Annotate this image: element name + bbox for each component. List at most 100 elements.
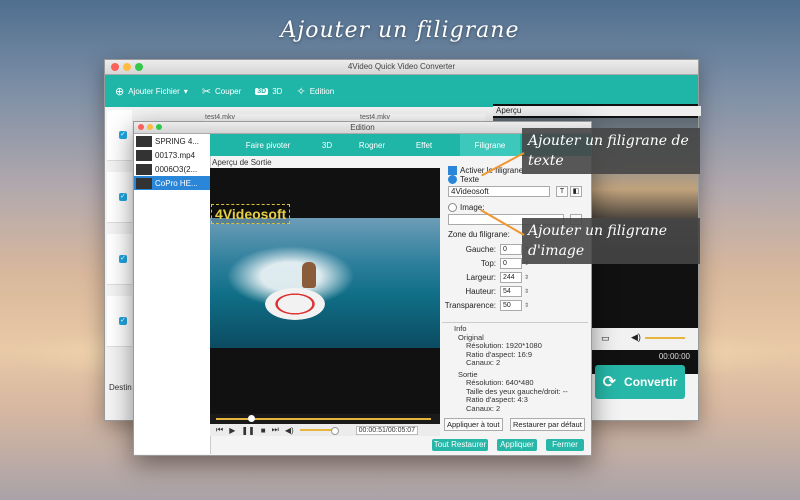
image-radio[interactable] <box>448 203 457 212</box>
height-field-row: Hauteur: 54 ⇕ <box>442 286 529 297</box>
watermark-settings-panel: Activer le filigrane Texte 4Videosoft T … <box>442 158 590 428</box>
tab-watermark[interactable]: Filigrane <box>460 134 520 156</box>
headline: Ajouter un filigrane <box>280 18 520 43</box>
tab-crop[interactable]: Rogner <box>346 134 398 156</box>
output-channels: Canaux: 2 <box>466 403 501 413</box>
volume-icon[interactable]: ◀) <box>285 426 294 435</box>
width-field-row: Largeur: 244 ⇕ <box>442 272 529 283</box>
tab-3d[interactable]: 3D <box>308 134 346 156</box>
zoom-window-button[interactable] <box>135 63 143 71</box>
minimize-window-button[interactable] <box>123 63 131 71</box>
apply-button[interactable]: Appliquer <box>497 439 537 451</box>
scissors-icon: ✂ <box>201 85 212 98</box>
transparency-label: Transparence: <box>444 301 496 310</box>
check-icon[interactable]: ✓ <box>119 255 127 263</box>
file-name: CoPro HE... <box>155 178 198 188</box>
add-file-label: Ajouter Fichier <box>128 86 180 96</box>
transparency-field-row: Transparence: 50 ⇕ <box>442 300 529 311</box>
dialog-title: Edition <box>350 123 375 132</box>
volume-icon[interactable]: ◀) <box>631 332 641 343</box>
dialog-file-list: SPRING 4... 00173.mp4 0006O3(2... CoPro … <box>134 134 211 454</box>
watermark-text-input[interactable]: 4Videosoft <box>448 186 550 197</box>
check-icon[interactable]: ✓ <box>119 131 127 139</box>
list-item[interactable]: 0006O3(2... <box>134 162 210 176</box>
apply-all-button[interactable]: Appliquer à tout <box>444 418 503 431</box>
time-display: 00:00:51/00:05:07 <box>355 425 419 435</box>
thumbnail <box>136 149 152 161</box>
minimize-dialog-button[interactable] <box>147 124 153 130</box>
check-icon[interactable]: ✓ <box>119 193 127 201</box>
list-item[interactable]: ✓ <box>107 172 132 223</box>
main-toolbar: ⊕ Ajouter Fichier ▾ ✂ Couper 3D 3D ✧ Edi… <box>105 75 698 107</box>
file-name: 0006O3(2... <box>155 164 198 174</box>
stepper-arrows-icon[interactable]: ⇕ <box>524 302 529 309</box>
text-option-label: Texte <box>460 175 480 184</box>
edit-magic-icon: ✧ <box>296 85 306 98</box>
text-radio[interactable] <box>448 175 457 184</box>
text-watermark-callout: Ajouter un filigrane de texte <box>522 128 700 174</box>
top-field-row: Top: 0 ⇕ <box>442 258 529 269</box>
play-icon[interactable]: ▶ <box>229 426 235 435</box>
three-d-button[interactable]: 3D 3D <box>255 87 282 96</box>
list-item[interactable]: ✓ <box>107 296 132 347</box>
list-item[interactable]: CoPro HE... <box>134 176 210 190</box>
zoom-dialog-button[interactable] <box>156 124 162 130</box>
check-icon[interactable]: ✓ <box>119 317 127 325</box>
cut-button[interactable]: ✂ Couper <box>202 85 241 98</box>
destination-label: Destin <box>109 383 132 392</box>
text-option-row[interactable]: Texte <box>448 175 479 184</box>
edit-button[interactable]: ✧ Edition <box>296 85 334 98</box>
tab-rotate[interactable]: Faire pivoter <box>228 134 308 156</box>
seek-handle[interactable] <box>248 415 255 422</box>
stepper-arrows-icon[interactable]: ⇕ <box>524 274 529 281</box>
list-item[interactable]: 00173.mp4 <box>134 148 210 162</box>
surfboard <box>265 288 325 320</box>
edit-label: Edition <box>309 86 335 96</box>
transparency-stepper[interactable]: 50 <box>500 300 522 311</box>
surfer-figure <box>302 262 316 288</box>
column-source-name: test4.mkv <box>205 114 235 121</box>
convert-button[interactable]: ⟳ Convertir <box>595 365 685 399</box>
chevron-down-icon[interactable]: ▾ <box>184 87 188 96</box>
original-ratio: Ratio d'aspect: 16:9 <box>466 349 533 359</box>
info-section: Info Original Résolution: 1920*1080 Rati… <box>442 322 588 413</box>
original-channels: Canaux: 2 <box>466 358 501 367</box>
volume-slider[interactable] <box>645 337 685 339</box>
text-format-icon[interactable]: T <box>556 186 568 197</box>
thumbnail <box>136 163 152 175</box>
output-preview-label: Aperçu de Sortie <box>212 158 272 167</box>
close-button[interactable]: Fermer <box>546 439 584 451</box>
top-label: Top: <box>480 259 496 268</box>
top-stepper[interactable]: 0 <box>500 258 522 269</box>
volume-slider[interactable] <box>299 427 339 435</box>
dialog-window-controls <box>138 124 162 130</box>
stepper-arrows-icon[interactable]: ⇕ <box>524 288 529 295</box>
pause-icon[interactable]: ❚❚ <box>241 426 254 435</box>
tab-effect[interactable]: Effet <box>398 134 450 156</box>
restore-default-button[interactable]: Restaurer par défaut <box>510 418 585 431</box>
column-output-name: test4.mkv <box>360 114 390 121</box>
list-item[interactable]: SPRING 4... <box>134 134 210 148</box>
thumbnail <box>136 177 152 189</box>
enable-watermark-checkbox[interactable] <box>448 166 457 175</box>
folder-icon[interactable]: ▭ <box>601 333 610 344</box>
list-item[interactable]: ✓ <box>107 234 132 285</box>
height-stepper[interactable]: 54 <box>500 286 522 297</box>
close-window-button[interactable] <box>111 63 119 71</box>
next-icon[interactable]: ⏭ <box>272 425 279 435</box>
stop-icon[interactable]: ■ <box>261 426 266 435</box>
list-item[interactable]: ✓ <box>107 110 132 161</box>
text-color-icon[interactable]: ◧ <box>570 186 582 197</box>
left-stepper[interactable]: 0 <box>500 244 522 255</box>
add-file-button[interactable]: ⊕ Ajouter Fichier ▾ <box>115 85 188 98</box>
restore-all-button[interactable]: Tout Restaurer <box>432 439 488 451</box>
width-stepper[interactable]: 244 <box>500 272 522 283</box>
watermark-overlay[interactable]: 4Videosoft <box>211 204 291 224</box>
add-file-icon: ⊕ <box>115 85 125 98</box>
output-ratio: Ratio d'aspect: 4:3 <box>466 395 528 404</box>
thumbnail <box>136 135 152 147</box>
three-d-icon: 3D <box>255 87 269 95</box>
close-dialog-button[interactable] <box>138 124 144 130</box>
seek-bar[interactable] <box>210 414 440 424</box>
prev-icon[interactable]: ⏮ <box>216 425 223 435</box>
